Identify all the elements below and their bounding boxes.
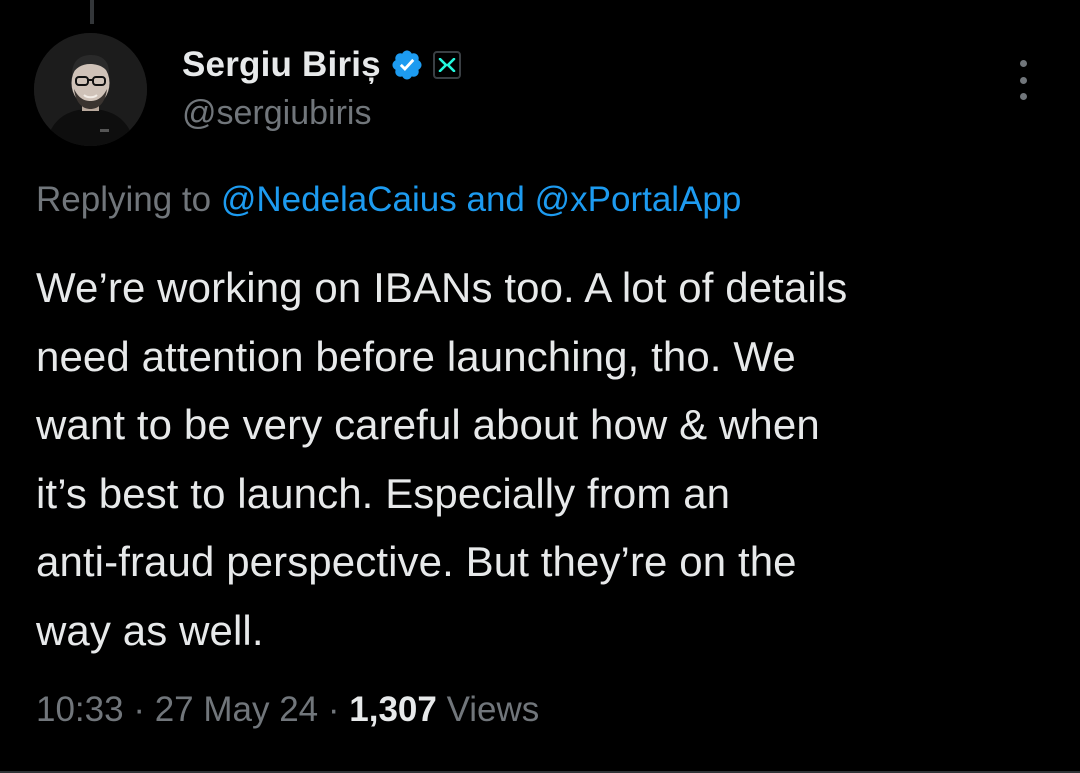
views-label[interactable]: Views	[437, 690, 540, 729]
author-display-name[interactable]: Sergiu Biriș	[182, 45, 381, 85]
tweet-meta: 10:33 · 27 May 24 · 1,307 Views	[36, 690, 539, 730]
more-dot-icon	[1019, 93, 1027, 100]
views-count[interactable]: 1,307	[349, 690, 437, 729]
replying-connector[interactable]: and	[457, 180, 535, 219]
thread-connector-line	[90, 0, 94, 24]
mention-link-xportalapp[interactable]: @xPortalApp	[535, 180, 742, 219]
x-logo-affiliate-icon[interactable]	[432, 51, 461, 79]
verified-badge-icon[interactable]	[390, 48, 424, 82]
meta-separator: ·	[318, 690, 350, 729]
meta-separator: ·	[123, 690, 155, 729]
avatar-photo	[34, 33, 147, 146]
tweet-date[interactable]: 27 May 24	[155, 690, 318, 729]
replying-to-line: Replying to @NedelaCaius and @xPortalApp	[36, 180, 741, 220]
more-dot-icon	[1019, 76, 1027, 84]
more-options-icon[interactable]	[1008, 60, 1038, 100]
tweet-text: We’re working on IBANs too. A lot of det…	[36, 264, 848, 654]
replying-to-label: Replying to	[36, 180, 221, 219]
avatar[interactable]	[34, 33, 147, 146]
author-name-row: Sergiu Biriș	[182, 44, 461, 86]
tweet-time[interactable]: 10:33	[36, 690, 124, 729]
more-dot-icon	[1019, 60, 1027, 67]
author-handle[interactable]: @sergiubiris	[182, 94, 371, 133]
mention-link-nedelacaius[interactable]: @NedelaCaius	[221, 180, 457, 219]
